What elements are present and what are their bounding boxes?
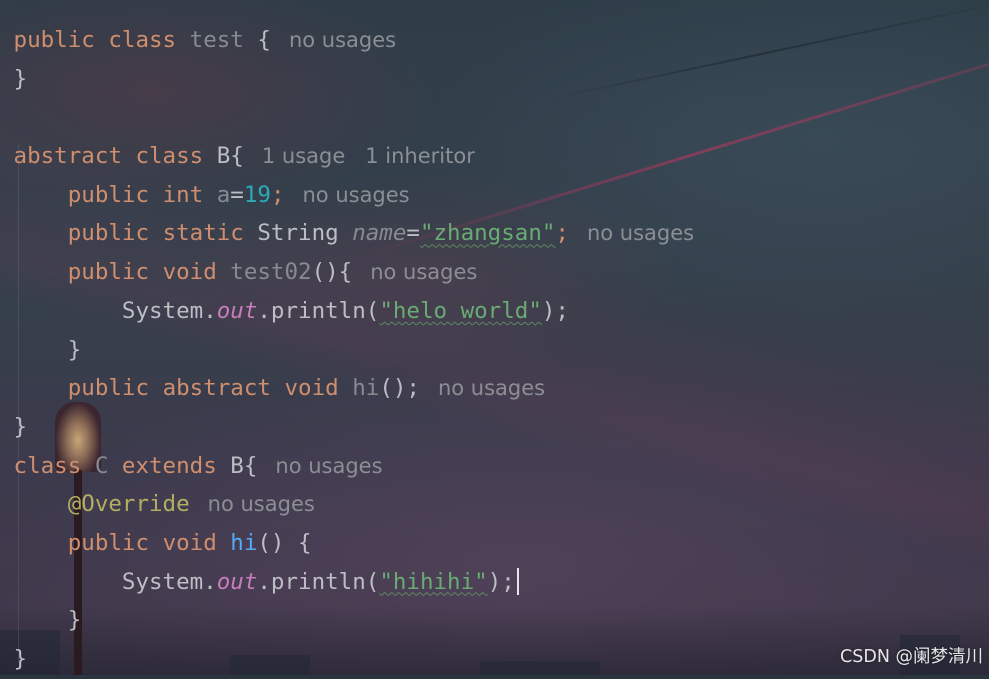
method-name-hi: hi xyxy=(230,529,258,556)
string-literal: "zhangsan" xyxy=(419,220,556,247)
code-line-1[interactable]: public class test { no usages xyxy=(0,21,989,60)
code-line-15[interactable]: System.out.println("hihihi"); xyxy=(0,563,989,602)
keyword-abstract: abstract xyxy=(13,143,122,170)
string-literal: "helo world" xyxy=(379,297,542,324)
text-caret xyxy=(516,567,519,595)
operator-assign: = xyxy=(230,181,244,208)
code-line-11[interactable]: } xyxy=(0,408,989,447)
code-line-7[interactable]: public void test02(){ no usages xyxy=(0,253,989,292)
usage-hint[interactable]: no usages xyxy=(438,376,545,400)
usage-hint[interactable]: no usages xyxy=(275,454,382,478)
semicolon: ; xyxy=(555,220,569,247)
code-line-13[interactable]: @Override no usages xyxy=(0,485,989,524)
class-name-test: test xyxy=(189,27,244,53)
keyword-static: static xyxy=(162,220,244,247)
code-line-6[interactable]: public static String name="zhangsan"; no … xyxy=(0,214,989,253)
paren-brace: (){ xyxy=(311,259,353,286)
close-paren: ); xyxy=(541,297,569,324)
code-editor[interactable]: public class test { no usages } abstract … xyxy=(0,0,989,679)
class-name-b: B{ xyxy=(230,452,258,479)
paren-semicolon: (); xyxy=(379,375,420,402)
brace: } xyxy=(13,646,28,672)
brace: { xyxy=(257,27,271,53)
usage-hint[interactable]: no usages xyxy=(302,183,409,207)
static-field-out: out xyxy=(216,297,258,324)
method-call-println: .println( xyxy=(257,568,380,595)
code-line-16[interactable]: } xyxy=(0,601,989,640)
string-literal: "hihihi" xyxy=(379,568,488,595)
keyword-int: int xyxy=(162,181,204,208)
keyword-public: public xyxy=(13,27,95,53)
code-line-4[interactable]: abstract class B{ 1 usage 1 inheritor xyxy=(0,137,989,176)
usage-hint[interactable]: no usages xyxy=(370,260,477,284)
field-name-a: a xyxy=(216,181,231,208)
system-class: System. xyxy=(121,568,217,595)
brace: } xyxy=(13,413,28,440)
operator-assign: = xyxy=(406,220,420,247)
keyword-class: class xyxy=(135,143,204,170)
annotation-override: @Override xyxy=(67,491,190,518)
method-name-test02: test02 xyxy=(230,259,312,286)
method-call-println: .println( xyxy=(257,297,380,324)
keyword-public: public xyxy=(67,375,150,402)
code-line-3[interactable] xyxy=(0,98,989,137)
keyword-public: public xyxy=(67,220,150,247)
usage-hint[interactable]: no usages xyxy=(289,28,396,52)
brace: } xyxy=(67,607,82,634)
keyword-abstract: abstract xyxy=(162,375,271,402)
code-line-12[interactable]: class C extends B{ no usages xyxy=(0,447,989,486)
paren-brace: () { xyxy=(257,529,312,556)
number-literal: 19 xyxy=(243,181,271,208)
keyword-void: void xyxy=(162,529,217,556)
keyword-extends: extends xyxy=(121,452,217,479)
static-field-out: out xyxy=(216,568,258,595)
class-name-b: B{ xyxy=(216,143,244,170)
field-name-name: name xyxy=(352,220,407,247)
system-class: System. xyxy=(121,297,217,324)
close-paren: ); xyxy=(487,568,515,595)
usage-hint[interactable]: no usages xyxy=(587,221,694,245)
keyword-class: class xyxy=(13,452,82,479)
keyword-public: public xyxy=(67,259,150,286)
keyword-public: public xyxy=(67,529,150,556)
keyword-class: class xyxy=(108,27,177,53)
keyword-void: void xyxy=(284,375,339,402)
method-name-hi: hi xyxy=(352,375,380,402)
brace: } xyxy=(13,65,28,92)
semicolon: ; xyxy=(270,181,285,208)
keyword-void: void xyxy=(162,259,217,286)
code-line-8[interactable]: System.out.println("helo world"); xyxy=(0,292,989,331)
brace: } xyxy=(67,336,82,363)
code-line-9[interactable]: } xyxy=(0,331,989,370)
code-line-14[interactable]: public void hi() { xyxy=(0,524,989,563)
keyword-public: public xyxy=(67,181,150,208)
code-line-5[interactable]: public int a=19; no usages xyxy=(0,176,989,215)
class-name-c: C xyxy=(94,452,109,479)
csdn-watermark: CSDN @阑梦清川 xyxy=(840,647,983,667)
usage-hint[interactable]: no usages xyxy=(208,492,315,516)
code-line-2[interactable]: } xyxy=(0,60,989,99)
usage-hint[interactable]: 1 usage xyxy=(262,144,345,168)
code-line-10[interactable]: public abstract void hi(); no usages xyxy=(0,369,989,408)
inheritor-hint[interactable]: 1 inheritor xyxy=(365,144,475,168)
type-string: String xyxy=(257,220,339,247)
